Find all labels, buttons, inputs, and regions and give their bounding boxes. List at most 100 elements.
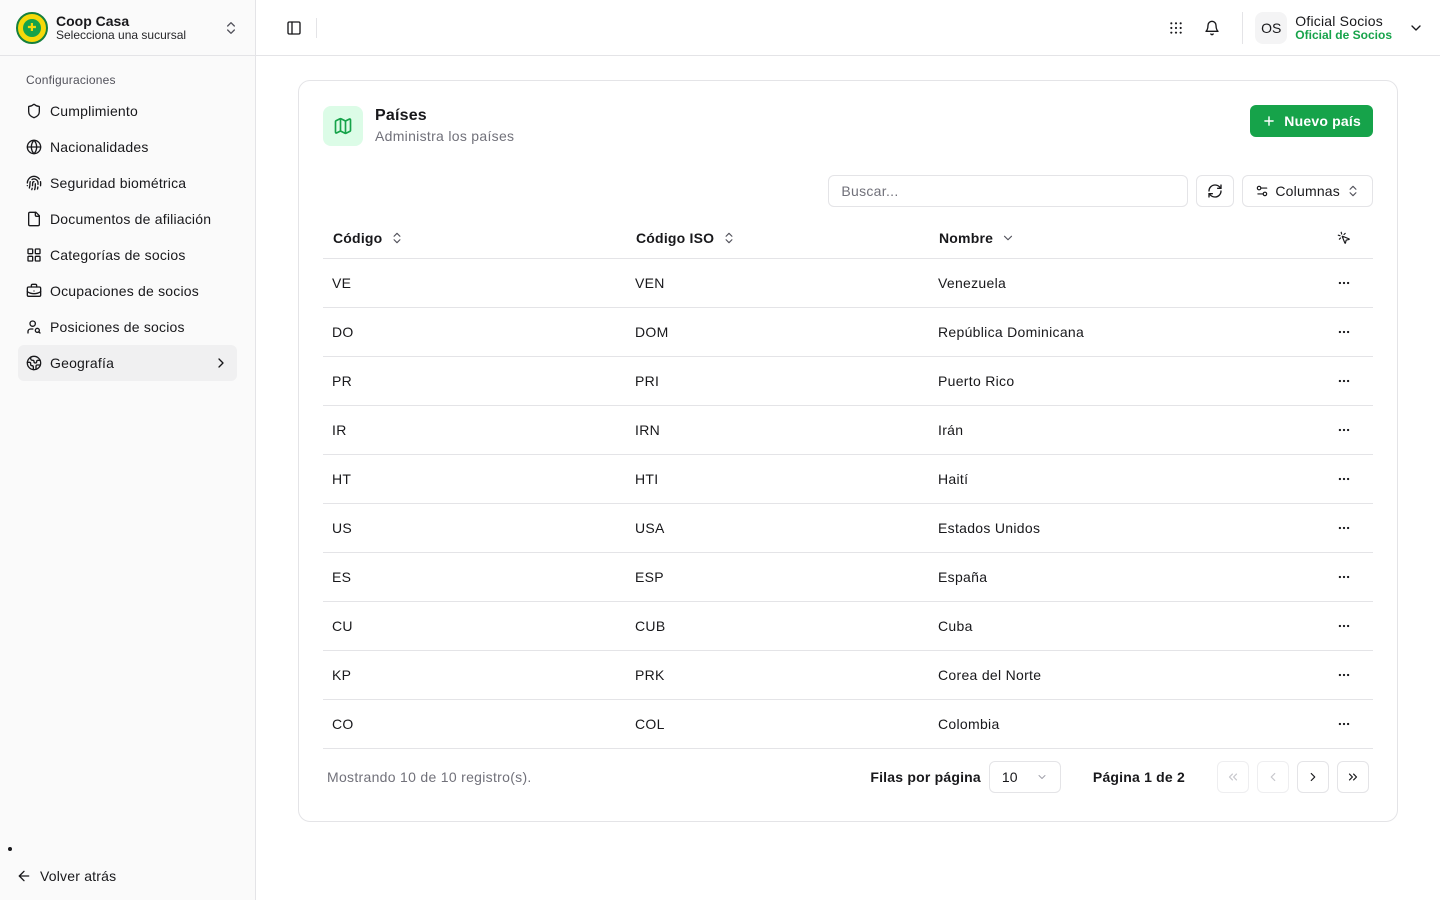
back-link[interactable]: Volver atrás (16, 864, 116, 888)
header-actions[interactable] (1293, 218, 1373, 259)
sidebar-item-nacionalidades[interactable]: Nacionalidades (18, 129, 237, 165)
cell-actions (1293, 650, 1373, 700)
prev-page-button[interactable] (1257, 761, 1289, 793)
fingerprint-icon (26, 175, 42, 191)
sort-icon (393, 232, 401, 243)
row-actions-button[interactable] (1330, 367, 1358, 395)
row-actions-button[interactable] (1330, 465, 1358, 493)
cell-codigo-iso: DOM (626, 307, 929, 357)
chevron-left-icon (1270, 772, 1276, 782)
cell-nombre: Corea del Norte (929, 650, 1293, 700)
chevrons-right-icon (1348, 773, 1358, 781)
row-actions-button[interactable] (1330, 612, 1358, 640)
first-page-button[interactable] (1217, 761, 1249, 793)
search-input[interactable] (828, 175, 1189, 207)
cell-codigo-iso: HTI (626, 454, 929, 504)
more-horizontal-icon (1338, 673, 1350, 676)
sidebar-item-categorias-socios[interactable]: Categorías de socios (18, 237, 237, 273)
refresh-icon (1208, 184, 1223, 198)
cell-codigo: KP (323, 650, 626, 700)
rows-per-page-select[interactable]: 10 (988, 761, 1061, 793)
user-menu[interactable]: OS Oficial Socios Oficial de Socios (1242, 11, 1424, 44)
header-codigo[interactable]: Código (323, 218, 626, 259)
more-horizontal-icon (1338, 477, 1350, 480)
cell-codigo-iso: CUB (626, 601, 929, 651)
row-actions-button[interactable] (1330, 661, 1358, 689)
table-toolbar: Columnas (828, 175, 1373, 207)
new-country-button[interactable]: Nuevo país (1250, 105, 1373, 137)
table-row[interactable]: CO COL Colombia (323, 699, 1373, 749)
sort-desc-icon (1004, 235, 1013, 241)
cell-codigo-iso: PRK (626, 650, 929, 700)
countries-table: Código Código ISO Nombre VE VEN Venezuel… (323, 218, 1373, 749)
sidebar-item-geografia[interactable]: Geografía (18, 345, 237, 381)
sidebar-nav: Cumplimiento Nacionalidades Seguridad bi… (0, 93, 255, 381)
table-body: VE VEN Venezuela DO DOM República Dominicana P… (323, 258, 1373, 749)
page-subtitle: Administra los países (375, 128, 515, 145)
topbar-actions: OS Oficial Socios Oficial de Socios (1162, 11, 1424, 44)
sidebar-section-label: Configuraciones (26, 73, 116, 87)
sidebar-item-label: Geografía (50, 355, 115, 371)
cell-actions (1293, 258, 1373, 308)
branch-switcher[interactable]: ✚ Coop Casa Selecciona una sucursal (0, 0, 255, 56)
row-actions-button[interactable] (1330, 416, 1358, 444)
cell-codigo: CU (323, 601, 626, 651)
row-actions-button[interactable] (1330, 563, 1358, 591)
columns-button[interactable]: Columnas (1242, 175, 1373, 207)
countries-card: Países Administra los países Nuevo país … (298, 80, 1398, 822)
sidebar-item-ocupaciones-socios[interactable]: Ocupaciones de socios (18, 273, 237, 309)
row-actions-button[interactable] (1330, 318, 1358, 346)
header-nombre[interactable]: Nombre (929, 218, 1293, 259)
cell-codigo: ES (323, 552, 626, 602)
sort-icon (725, 232, 733, 243)
next-page-button[interactable] (1297, 761, 1329, 793)
header-codigo-iso[interactable]: Código ISO (626, 218, 929, 259)
table-row[interactable]: HT HTI Haití (323, 454, 1373, 504)
sidebar-item-posiciones-socios[interactable]: Posiciones de socios (18, 309, 237, 345)
cell-codigo: DO (323, 307, 626, 357)
table-row[interactable]: KP PRK Corea del Norte (323, 650, 1373, 700)
cell-nombre: Haití (929, 454, 1293, 504)
row-actions-button[interactable] (1330, 710, 1358, 738)
last-page-button[interactable] (1337, 761, 1369, 793)
table-row[interactable]: CU CUB Cuba (323, 601, 1373, 651)
cell-codigo-iso: COL (626, 699, 929, 749)
cell-codigo: US (323, 503, 626, 553)
sidebar-item-cumplimiento[interactable]: Cumplimiento (18, 93, 237, 129)
columns-label: Columnas (1275, 183, 1340, 199)
refresh-button[interactable] (1196, 175, 1235, 207)
globe-icon (26, 139, 42, 155)
header-label: Código ISO (636, 229, 715, 246)
table-row[interactable]: ES ESP España (323, 552, 1373, 602)
more-horizontal-icon (1338, 428, 1350, 431)
table-row[interactable]: IR IRN Irán (323, 405, 1373, 455)
chevron-right-icon (1310, 772, 1316, 782)
table-row[interactable]: PR PRI Puerto Rico (323, 356, 1373, 406)
sidebar-item-label: Nacionalidades (50, 139, 149, 155)
row-actions-button[interactable] (1330, 269, 1358, 297)
apps-button[interactable] (1162, 14, 1190, 42)
table-row[interactable]: DO DOM República Dominicana (323, 307, 1373, 357)
rows-per-page-value: 10 (1001, 769, 1018, 785)
cell-codigo: IR (323, 405, 626, 455)
briefcase-icon (26, 283, 42, 297)
chevrons-up-down-icon (1349, 185, 1357, 197)
table-row[interactable]: US USA Estados Unidos (323, 503, 1373, 553)
more-horizontal-icon (1338, 722, 1350, 725)
sidebar-item-documentos-afiliacion[interactable]: Documentos de afiliación (18, 201, 237, 237)
toggle-sidebar-button[interactable] (280, 14, 308, 42)
topbar-divider (316, 17, 317, 38)
table-row[interactable]: VE VEN Venezuela (323, 258, 1373, 308)
reset-columns-button[interactable] (1330, 224, 1358, 252)
status-dot (8, 847, 12, 851)
new-country-label: Nuevo país (1284, 113, 1361, 129)
earth-icon (26, 355, 42, 371)
row-actions-button[interactable] (1330, 514, 1358, 542)
plus-icon (1264, 116, 1275, 126)
coop-logo: ✚ (16, 11, 48, 44)
cell-codigo-iso: ESP (626, 552, 929, 602)
sidebar-item-seguridad-biometrica[interactable]: Seguridad biométrica (18, 165, 237, 201)
chevron-down-icon (1038, 775, 1046, 779)
notifications-button[interactable] (1198, 14, 1226, 42)
panel-left-icon (287, 20, 301, 35)
